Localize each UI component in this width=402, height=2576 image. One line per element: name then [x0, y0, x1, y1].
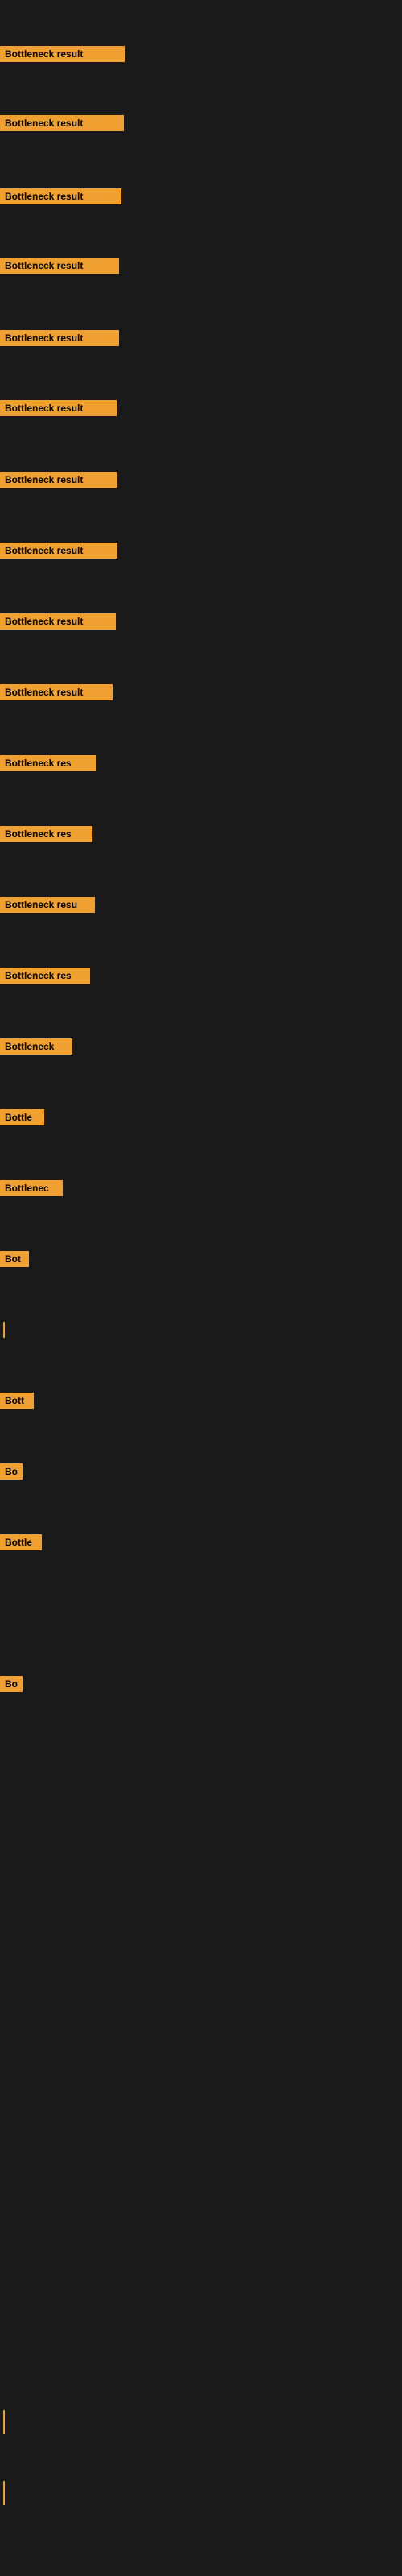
bottleneck-badge-row: Bo	[0, 1676, 23, 1696]
vertical-line-marker	[3, 1322, 5, 1338]
bottleneck-badge-row: Bottlenec	[0, 1180, 63, 1200]
bottleneck-badge-row: Bot	[0, 1251, 29, 1271]
bottleneck-badge-row: Bottleneck result	[0, 684, 113, 704]
bottleneck-badge: Bottleneck	[0, 1038, 72, 1055]
bottleneck-badge-row: Bottleneck result	[0, 115, 124, 135]
bottleneck-badge: Bottleneck result	[0, 330, 119, 346]
bottleneck-badge: Bot	[0, 1251, 29, 1267]
bottleneck-badge: Bottleneck result	[0, 472, 117, 488]
bottleneck-badge-row: Bottle	[0, 1109, 44, 1129]
bottleneck-badge-row: Bottleneck result	[0, 543, 117, 563]
site-title	[0, 0, 402, 13]
bottleneck-badge: Bottle	[0, 1109, 44, 1125]
bottleneck-badge-row: Bottleneck	[0, 1038, 72, 1059]
bottleneck-badge: Bottleneck res	[0, 826, 92, 842]
bottleneck-badge-row: Bottleneck result	[0, 46, 125, 66]
bottleneck-badge-row: Bottleneck res	[0, 826, 92, 846]
bottleneck-badge: Bottleneck result	[0, 188, 121, 204]
bottleneck-badge: Bottleneck result	[0, 115, 124, 131]
bottleneck-badge-row: Bottle	[0, 1534, 42, 1554]
bottleneck-badge: Bottleneck res	[0, 968, 90, 984]
bottleneck-badge: Bottleneck result	[0, 613, 116, 630]
bottleneck-badge: Bo	[0, 1676, 23, 1692]
bottleneck-badge-row: Bottleneck resu	[0, 897, 95, 917]
bottleneck-badge-row: Bo	[0, 1463, 23, 1484]
bottleneck-badge-row: Bottleneck result	[0, 400, 117, 420]
vertical-line-marker	[3, 2410, 5, 2434]
bottleneck-badge: Bottleneck result	[0, 258, 119, 274]
bottleneck-badge-row: Bott	[0, 1393, 34, 1413]
bottleneck-badge: Bottleneck result	[0, 543, 117, 559]
bottleneck-badge-row: Bottleneck result	[0, 472, 117, 492]
bottleneck-badge: Bottleneck resu	[0, 897, 95, 913]
bottleneck-badge: Bo	[0, 1463, 23, 1480]
bottleneck-badge: Bott	[0, 1393, 34, 1409]
bottleneck-badge-row: Bottleneck result	[0, 188, 121, 208]
bottleneck-badge: Bottleneck result	[0, 46, 125, 62]
bottleneck-badge-row: Bottleneck res	[0, 968, 90, 988]
bottleneck-badge: Bottleneck result	[0, 684, 113, 700]
bottleneck-badge-row: Bottleneck result	[0, 258, 119, 278]
bottleneck-badge-row: Bottleneck res	[0, 755, 96, 775]
vertical-line-marker	[3, 2481, 5, 2505]
bottleneck-badge: Bottlenec	[0, 1180, 63, 1196]
bottleneck-badge: Bottleneck result	[0, 400, 117, 416]
bottleneck-badge: Bottle	[0, 1534, 42, 1550]
bottleneck-badge-row: Bottleneck result	[0, 613, 116, 634]
bottleneck-badge-row: Bottleneck result	[0, 330, 119, 350]
bottleneck-badge: Bottleneck res	[0, 755, 96, 771]
